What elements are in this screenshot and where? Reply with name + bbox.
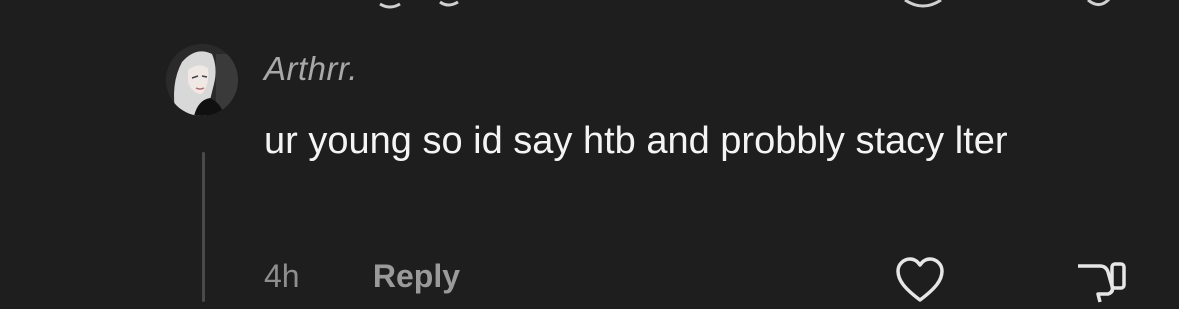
like-button[interactable] [894,256,946,304]
comment-timestamp: 4h [264,258,300,294]
comment-meta: 4h Reply [264,258,460,295]
previous-row-icons [379,0,1111,9]
avatar[interactable] [166,44,238,116]
comment-username[interactable]: Arthrr. [264,50,358,88]
avatar-image [166,44,238,116]
thumbs-down-icon [1078,262,1126,303]
dislike-button[interactable] [1072,256,1128,304]
heart-icon [896,257,944,302]
thread-line [202,152,205,302]
comment-text: ur young so id say htb and probbly stacy… [264,120,1008,162]
